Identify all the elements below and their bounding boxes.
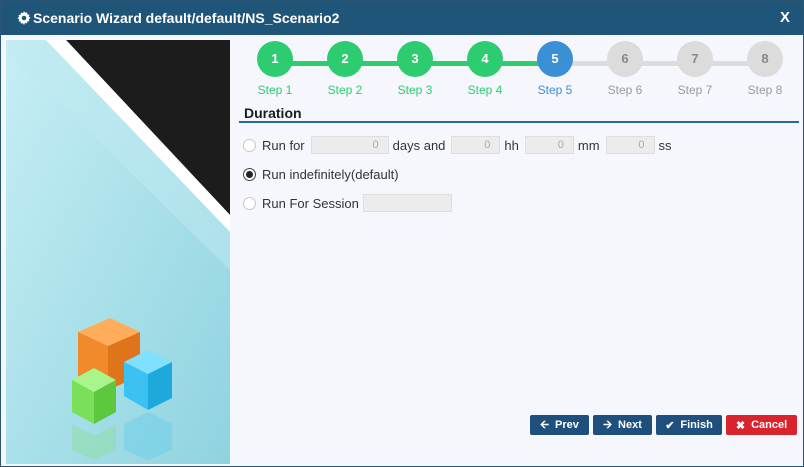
step-circle: 4 [467,41,503,77]
step-2[interactable]: 2 Step 2 [315,41,375,97]
minutes-input[interactable]: 0 [524,136,574,154]
run-for-row: Run for 0 days and 0 hh 0 mm 0 ss [243,135,678,155]
progress-line-todo [555,61,765,66]
seconds-label: ss [658,137,672,153]
step-5[interactable]: 5 Step 5 [525,41,585,97]
step-8[interactable]: 8 Step 8 [735,41,795,97]
step-circle: 1 [257,41,293,77]
run-indefinitely-row: Run indefinitely(default) [243,164,405,184]
step-label: Step 8 [747,83,783,97]
step-label: Step 5 [537,83,573,97]
wizard-illustration [6,40,230,464]
days-input[interactable]: 0 [310,136,389,154]
step-circle: 6 [607,41,643,77]
check-icon: ✔ [665,419,675,432]
arrow-left-icon: 🡨 [540,418,550,431]
close-button[interactable]: X [780,9,790,26]
window-title: Scenario Wizard default/default/NS_Scena… [33,10,340,26]
step-1[interactable]: 1 Step 1 [245,41,305,97]
run-for-session-row: Run For Session [243,193,456,213]
step-label: Step 7 [677,83,713,97]
section-title: Duration [244,105,302,121]
next-label: Next [618,419,642,431]
step-label: Step 1 [257,83,293,97]
prev-button[interactable]: 🡨 Prev [530,415,589,435]
run-for-session-label: Run For Session [262,195,359,211]
run-for-session-radio[interactable] [243,196,256,210]
gear-icon [17,11,31,25]
run-for-radio[interactable] [243,138,256,152]
step-6[interactable]: 6 Step 6 [595,41,655,97]
step-label: Step 3 [397,83,433,97]
wizard-stepper: 1 Step 1 2 Step 2 3 Step 3 4 Step 4 5 St… [230,41,803,101]
finish-label: Finish [680,419,713,431]
next-button[interactable]: 🡪 Next [593,415,652,435]
title-bar: Scenario Wizard default/default/NS_Scena… [1,1,803,35]
step-circle: 2 [327,41,363,77]
minutes-label: mm [577,137,600,153]
seconds-input[interactable]: 0 [605,136,655,154]
step-label: Step 2 [327,83,363,97]
scenario-wizard-dialog: Scenario Wizard default/default/NS_Scena… [0,0,804,467]
prev-label: Prev [555,419,579,431]
days-label: days and [392,137,446,153]
run-for-label: Run for [262,137,305,153]
arrow-right-icon: 🡪 [603,418,613,431]
step-circle: 8 [747,41,783,77]
run-indefinitely-radio[interactable] [243,167,256,181]
step-3[interactable]: 3 Step 3 [385,41,445,97]
step-7[interactable]: 7 Step 7 [665,41,725,97]
hours-label: hh [504,137,519,153]
step-circle: 7 [677,41,713,77]
wizard-main: 1 Step 1 2 Step 2 3 Step 3 4 Step 4 5 St… [230,35,803,466]
cancel-button[interactable]: ✖ Cancel [726,415,797,435]
session-input[interactable] [362,194,452,212]
step-circle: 5 [537,41,573,77]
duration-section-header: Duration [239,103,799,123]
step-circle: 3 [397,41,433,77]
run-indefinitely-label: Run indefinitely(default) [262,166,399,182]
hours-input[interactable]: 0 [451,136,501,154]
cancel-label: Cancel [751,419,788,431]
step-label: Step 4 [467,83,503,97]
finish-button[interactable]: ✔ Finish [656,415,722,435]
step-4[interactable]: 4 Step 4 [455,41,515,97]
step-label: Step 6 [607,83,643,97]
x-icon: ✖ [735,419,746,432]
cubes-illustration [6,40,230,464]
